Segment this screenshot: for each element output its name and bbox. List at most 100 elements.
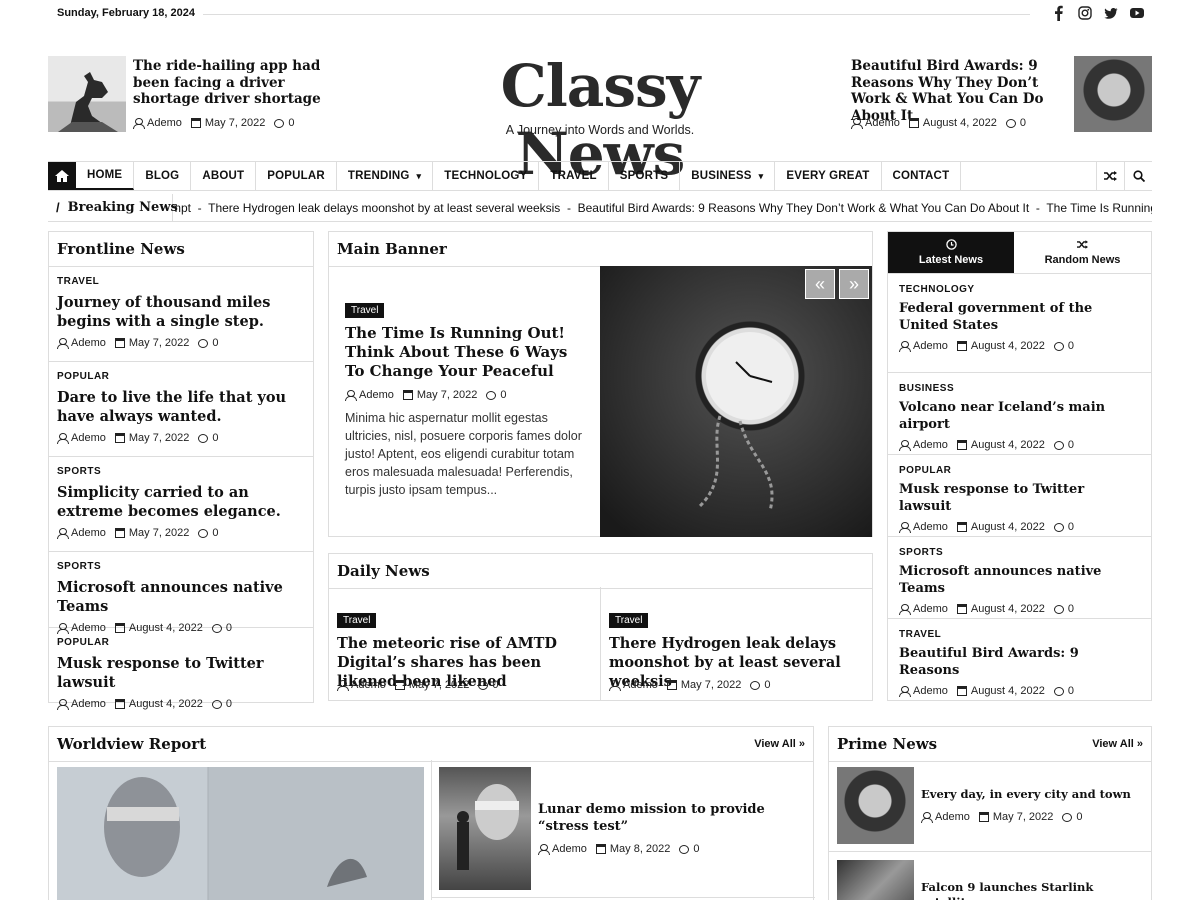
post-title[interactable]: Beautiful Bird Awards: 9 Reasons xyxy=(899,645,1140,679)
slider-prev-button[interactable]: « xyxy=(805,269,835,299)
post-title[interactable]: Musk response to Twitter lawsuit xyxy=(899,481,1140,515)
date[interactable]: May 7, 2022 xyxy=(409,679,470,691)
street-mural-image[interactable] xyxy=(439,767,531,890)
date[interactable]: August 4, 2022 xyxy=(971,439,1045,451)
post-title[interactable]: Microsoft announces native Teams xyxy=(57,578,305,616)
author[interactable]: Ademo xyxy=(623,679,658,691)
author[interactable]: Ademo xyxy=(913,340,948,352)
date[interactable]: August 4, 2022 xyxy=(129,698,203,710)
home-icon[interactable] xyxy=(48,162,76,190)
comment-count[interactable]: 0 xyxy=(1068,340,1074,352)
nav-popular[interactable]: POPULAR xyxy=(256,162,337,190)
nav-technology[interactable]: TECHNOLOGY xyxy=(433,162,540,190)
date[interactable]: May 7, 2022 xyxy=(205,117,266,129)
comment-count[interactable]: 0 xyxy=(226,698,232,710)
comment-count[interactable]: 0 xyxy=(212,337,218,349)
nav-sports[interactable]: SPORTS xyxy=(609,162,681,190)
comment-count[interactable]: 0 xyxy=(693,843,699,855)
worldview-view-all[interactable]: View All » xyxy=(754,738,805,750)
nav-contact[interactable]: CONTACT xyxy=(882,162,962,190)
nav-home[interactable]: HOME xyxy=(76,162,135,190)
search-icon[interactable] xyxy=(1124,162,1152,190)
author[interactable]: Ademo xyxy=(71,527,106,539)
banner-headline[interactable]: The Time Is Running Out! Think About The… xyxy=(345,324,585,381)
comment-count[interactable]: 0 xyxy=(288,117,294,129)
date[interactable]: May 7, 2022 xyxy=(681,679,742,691)
header-left-story-title[interactable]: The ride-hailing app had been facing a d… xyxy=(133,58,333,108)
date[interactable]: August 4, 2022 xyxy=(971,340,1045,352)
nav-trending[interactable]: TRENDING ▾ xyxy=(337,162,434,190)
prime-view-all[interactable]: View All » xyxy=(1092,738,1143,750)
author[interactable]: Ademo xyxy=(935,811,970,823)
date[interactable]: May 7, 2022 xyxy=(129,337,190,349)
pocket-watch-image[interactable] xyxy=(600,266,872,537)
date[interactable]: August 4, 2022 xyxy=(971,521,1045,533)
post-title[interactable]: Musk response to Twitter lawsuit xyxy=(57,654,305,692)
post-title[interactable]: Volcano near Iceland’s main airport xyxy=(899,399,1140,433)
banner-badge[interactable]: Travel xyxy=(345,300,385,318)
comment-count[interactable]: 0 xyxy=(1076,811,1082,823)
category-label[interactable]: BUSINESS xyxy=(899,383,1140,394)
date[interactable]: May 7, 2022 xyxy=(993,811,1054,823)
comment-count[interactable]: 0 xyxy=(1020,117,1026,129)
author[interactable]: Ademo xyxy=(913,439,948,451)
date[interactable]: May 7, 2022 xyxy=(129,432,190,444)
prime-item-thumbnail[interactable] xyxy=(837,767,914,844)
category-label[interactable]: SPORTS xyxy=(57,561,305,572)
worldview-side-title[interactable]: Lunar demo mission to provide “stress te… xyxy=(538,802,798,835)
slider-next-button[interactable]: » xyxy=(839,269,869,299)
post-title[interactable]: Journey of thousand miles begins with a … xyxy=(57,293,305,331)
category-label[interactable]: POPULAR xyxy=(899,465,1140,476)
category-label[interactable]: POPULAR xyxy=(57,371,305,382)
category-label[interactable]: TRAVEL xyxy=(57,276,305,287)
breaking-ticker[interactable]: mpt - There Hydrogen leak delays moonsho… xyxy=(171,201,1152,215)
nav-business[interactable]: BUSINESS ▾ xyxy=(680,162,776,190)
author[interactable]: Ademo xyxy=(913,603,948,615)
author[interactable]: Ademo xyxy=(552,843,587,855)
twitter-icon[interactable] xyxy=(1104,5,1118,21)
post-title[interactable]: Federal government of the United States xyxy=(899,300,1140,334)
prime-item-title[interactable]: Falcon 9 launches Starlink satellites. xyxy=(921,880,1146,900)
nav-about[interactable]: ABOUT xyxy=(191,162,257,190)
category-label[interactable]: POPULAR xyxy=(57,637,305,648)
prime-item-title[interactable]: Every day, in every city and town xyxy=(921,787,1146,802)
nav-travel[interactable]: TRAVEL xyxy=(539,162,609,190)
comment-count[interactable]: 0 xyxy=(492,679,498,691)
statue-thumbnail[interactable] xyxy=(48,56,126,132)
tab-latest-news[interactable]: Latest News xyxy=(888,232,1014,273)
author[interactable]: Ademo xyxy=(351,679,386,691)
comment-count[interactable]: 0 xyxy=(226,622,232,634)
author[interactable]: Ademo xyxy=(913,685,948,697)
category-label[interactable]: SPORTS xyxy=(899,547,1140,558)
nav-every-great[interactable]: EVERY GREAT xyxy=(775,162,882,190)
author[interactable]: Ademo xyxy=(71,698,106,710)
post-title[interactable]: Microsoft announces native Teams xyxy=(899,563,1140,597)
instagram-icon[interactable] xyxy=(1078,5,1092,21)
blindfold-statue-image[interactable] xyxy=(57,767,424,900)
comment-count[interactable]: 0 xyxy=(1068,685,1074,697)
comment-count[interactable]: 0 xyxy=(212,432,218,444)
date[interactable]: August 4, 2022 xyxy=(129,622,203,634)
date[interactable]: August 4, 2022 xyxy=(971,685,1045,697)
facebook-icon[interactable] xyxy=(1052,5,1066,21)
header-right-story-title[interactable]: Beautiful Bird Awards: 9 Reasons Why The… xyxy=(851,58,1069,124)
daily-item-badge[interactable]: Travel xyxy=(609,610,649,628)
author[interactable]: Ademo xyxy=(147,117,182,129)
author[interactable]: Ademo xyxy=(865,117,900,129)
author[interactable]: Ademo xyxy=(913,521,948,533)
shuffle-icon[interactable] xyxy=(1096,162,1124,190)
tab-random-news[interactable]: Random News xyxy=(1014,232,1151,273)
date[interactable]: May 8, 2022 xyxy=(610,843,671,855)
youtube-icon[interactable] xyxy=(1130,5,1144,21)
comment-count[interactable]: 0 xyxy=(212,527,218,539)
author[interactable]: Ademo xyxy=(71,432,106,444)
author[interactable]: Ademo xyxy=(359,389,394,401)
author[interactable]: Ademo xyxy=(71,622,106,634)
date[interactable]: May 7, 2022 xyxy=(417,389,478,401)
date[interactable]: August 4, 2022 xyxy=(923,117,997,129)
category-label[interactable]: SPORTS xyxy=(57,466,305,477)
woman-smiling-thumbnail[interactable] xyxy=(1074,56,1152,132)
nav-blog[interactable]: BLOG xyxy=(134,162,192,190)
author[interactable]: Ademo xyxy=(71,337,106,349)
comment-count[interactable]: 0 xyxy=(1068,521,1074,533)
